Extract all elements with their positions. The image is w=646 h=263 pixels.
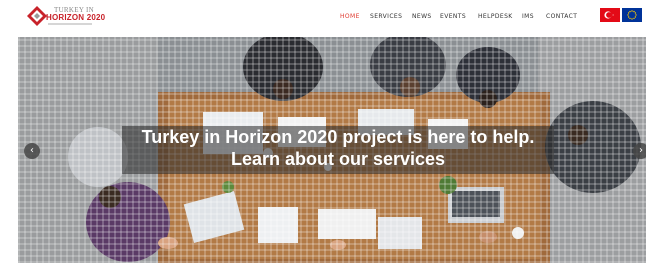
nav-helpdesk[interactable]: HELPDESK (478, 13, 513, 20)
turkey-flag-icon[interactable] (600, 8, 620, 22)
eu-flag-icon[interactable] (622, 8, 642, 22)
logo-mark-icon (27, 6, 47, 26)
nav-home[interactable]: HOME (340, 13, 360, 20)
hero-slider: Turkey in Horizon 2020 project is here t… (18, 37, 646, 263)
hero-caption: Turkey in Horizon 2020 project is here t… (122, 126, 554, 174)
logo-tagline-bar (48, 23, 92, 25)
site-logo[interactable]: TURKEY IN HORIZON 2020 (26, 5, 106, 29)
logo-text-main: HORIZON 2020 (46, 13, 106, 22)
hero-subheadline[interactable]: Learn about our services (122, 148, 554, 170)
nav-news[interactable]: NEWS (412, 13, 432, 20)
nav-events[interactable]: EVENTS (440, 13, 466, 20)
site-header: TURKEY IN HORIZON 2020 HOME SERVICES NEW… (0, 0, 646, 33)
nav-contact[interactable]: CONTACT (546, 13, 577, 20)
slider-prev-button[interactable]: ‹ (24, 143, 40, 159)
hero-headline: Turkey in Horizon 2020 project is here t… (141, 127, 535, 147)
chevron-left-icon: ‹ (30, 145, 34, 156)
nav-services[interactable]: SERVICES (370, 13, 402, 20)
chevron-right-icon: › (639, 145, 643, 156)
slider-next-button[interactable]: › (633, 143, 646, 159)
nav-ims[interactable]: IMS (522, 13, 534, 20)
